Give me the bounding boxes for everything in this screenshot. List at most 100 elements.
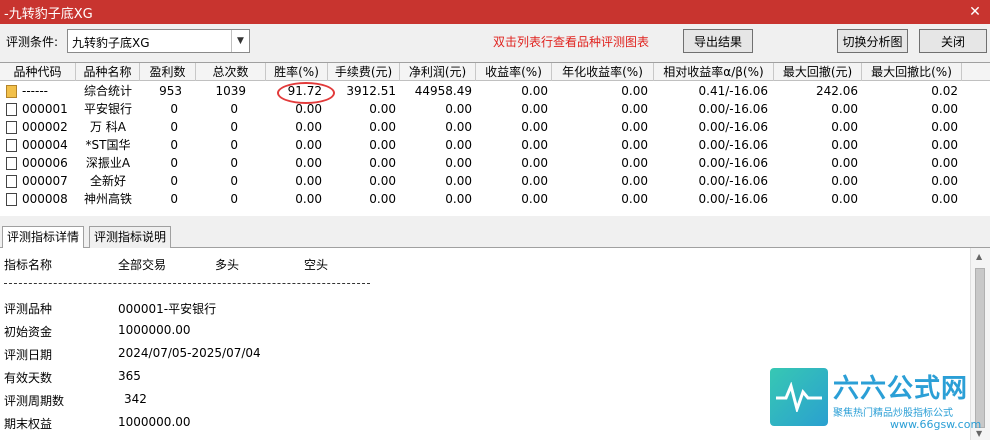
- cell-fee: 0.00: [369, 174, 396, 188]
- table-row[interactable]: 000006 深振业A 0 0 0.00 0.00 0.00 0.00 0.00…: [0, 154, 990, 172]
- cell-code: 000001: [22, 102, 68, 116]
- col-annual-return[interactable]: 年化收益率(%): [552, 63, 654, 81]
- table-row[interactable]: 000001 平安银行 0 0 0.00 0.00 0.00 0.00 0.00…: [0, 100, 990, 118]
- cell-total-count: 0: [230, 102, 238, 116]
- table-row[interactable]: 000008 神州高铁 0 0 0.00 0.00 0.00 0.00 0.00…: [0, 190, 990, 208]
- cell-code: 000006: [22, 156, 68, 170]
- hint-text: 双击列表行查看品种评测图表: [493, 35, 650, 49]
- tab-explanation[interactable]: 评测指标说明: [89, 226, 172, 248]
- detail-row: 期末权益 1000000.00: [0, 415, 700, 433]
- export-button[interactable]: 导出结果: [683, 29, 753, 53]
- detail-key: 期末权益: [4, 417, 53, 431]
- cell-annual-return: 0.00: [621, 84, 648, 98]
- document-icon: [6, 121, 17, 134]
- tab-detail[interactable]: 评测指标详情: [2, 226, 85, 249]
- cell-return: 0.00: [521, 174, 548, 188]
- switch-chart-button[interactable]: 切换分析图: [837, 29, 908, 53]
- cell-fee: 0.00: [369, 156, 396, 170]
- cell-relative-return: 0.00/-16.06: [698, 102, 768, 116]
- cell-max-drawdown-ratio: 0.02: [931, 84, 958, 98]
- results-table[interactable]: 品种代码 品种名称 盈利数 总次数 胜率(%) 手续费(元) 净利润(元) 收益…: [0, 62, 990, 216]
- cell-code: 000008: [22, 192, 68, 206]
- condition-select[interactable]: 九转豹子底XG ▼: [67, 29, 250, 53]
- brand-watermark: 六六公式网 聚焦热门精品炒股指标公式 www.66gsw.com: [770, 368, 982, 434]
- detail-value: 342: [124, 392, 147, 406]
- cell-net-profit: 0.00: [445, 174, 472, 188]
- detail-row: 评测周期数 342: [0, 392, 700, 410]
- detail-value: 1000000.00: [118, 415, 191, 429]
- cell-max-drawdown-ratio: 0.00: [931, 192, 958, 206]
- cell-max-drawdown: 0.00: [831, 102, 858, 116]
- condition-value: 九转豹子底XG: [72, 36, 150, 50]
- window-title: -九转豹子底XG: [4, 6, 93, 22]
- col-win-rate[interactable]: 胜率(%): [266, 63, 328, 81]
- cell-max-drawdown: 0.00: [831, 192, 858, 206]
- col-relative-return[interactable]: 相对收益率α/β(%): [654, 63, 774, 81]
- detail-value: 1000000.00: [118, 323, 191, 337]
- cell-fee: 0.00: [369, 138, 396, 152]
- cell-relative-return: 0.00/-16.06: [698, 174, 768, 188]
- cell-return: 0.00: [521, 156, 548, 170]
- col-max-drawdown-ratio[interactable]: 最大回撤比(%): [862, 63, 962, 81]
- cell-return: 0.00: [521, 120, 548, 134]
- table-row[interactable]: 000002 万 科A 0 0 0.00 0.00 0.00 0.00 0.00…: [0, 118, 990, 136]
- col-return[interactable]: 收益率(%): [476, 63, 552, 81]
- cell-win-count: 0: [170, 102, 178, 116]
- table-row[interactable]: 000007 全新好 0 0 0.00 0.00 0.00 0.00 0.00 …: [0, 172, 990, 190]
- col-max-drawdown[interactable]: 最大回撤(元): [774, 63, 862, 81]
- detail-key: 评测周期数: [4, 394, 65, 408]
- cell-relative-return: 0.00/-16.06: [698, 192, 768, 206]
- brand-url: www.66gsw.com: [890, 418, 982, 431]
- scroll-up-icon[interactable]: ▲: [976, 252, 982, 261]
- cell-annual-return: 0.00: [621, 120, 648, 134]
- cell-code: 000004: [22, 138, 68, 152]
- cell-win-rate: 0.00: [295, 174, 322, 188]
- cell-net-profit: 0.00: [445, 156, 472, 170]
- title-bar: -九转豹子底XG ✕: [0, 0, 990, 24]
- chevron-down-icon[interactable]: ▼: [231, 30, 249, 52]
- cell-fee: 3912.51: [346, 84, 396, 98]
- close-icon[interactable]: ✕: [960, 0, 990, 24]
- detail-key: 评测日期: [4, 348, 53, 362]
- brand-logo-icon: [770, 368, 828, 426]
- col-win-count[interactable]: 盈利数: [140, 63, 196, 81]
- cell-total-count: 0: [230, 192, 238, 206]
- cell-win-count: 0: [170, 174, 178, 188]
- detail-row: 评测日期 2024/07/05-2025/07/04: [0, 346, 700, 364]
- cell-net-profit: 0.00: [445, 120, 472, 134]
- cell-net-profit: 44958.49: [414, 84, 472, 98]
- cell-return: 0.00: [521, 84, 548, 98]
- detail-value: 2024/07/05-2025/07/04: [118, 346, 261, 360]
- brand-name: 六六公式网: [833, 374, 969, 404]
- toolbar: 评测条件: 九转豹子底XG ▼ 双击列表行查看品种评测图表 导出结果 切换分析图…: [0, 24, 990, 60]
- col-net-profit[interactable]: 净利润(元): [400, 63, 476, 81]
- detail-value: 000001-平安银行: [118, 302, 217, 316]
- cell-total-count: 0: [230, 120, 238, 134]
- close-button[interactable]: 关闭: [919, 29, 987, 53]
- document-icon: [6, 157, 17, 170]
- cell-total-count: 0: [230, 156, 238, 170]
- table-row[interactable]: 000004 *ST国华 0 0 0.00 0.00 0.00 0.00 0.0…: [0, 136, 990, 154]
- detail-row: 有效天数 365: [0, 369, 700, 387]
- cell-max-drawdown-ratio: 0.00: [931, 156, 958, 170]
- cell-max-drawdown-ratio: 0.00: [931, 120, 958, 134]
- col-code[interactable]: 品种代码: [0, 63, 76, 81]
- table-row[interactable]: ------ 综合统计 953 1039 91.72 3912.51 44958…: [0, 82, 990, 100]
- detail-head-short: 空头: [304, 258, 329, 272]
- cell-name: 平安银行: [83, 102, 132, 116]
- cell-annual-return: 0.00: [621, 138, 648, 152]
- col-total-count[interactable]: 总次数: [196, 63, 266, 81]
- cell-code: 000007: [22, 174, 68, 188]
- col-fee[interactable]: 手续费(元): [328, 63, 400, 81]
- detail-key: 评测品种: [4, 302, 53, 316]
- brand-tagline: 聚焦热门精品炒股指标公式: [833, 408, 953, 419]
- col-name[interactable]: 品种名称: [76, 63, 140, 81]
- detail-tabs: 评测指标详情 评测指标说明: [0, 226, 990, 249]
- cell-return: 0.00: [521, 102, 548, 116]
- cell-max-drawdown: 0.00: [831, 138, 858, 152]
- cell-fee: 0.00: [369, 192, 396, 206]
- cell-win-count: 0: [170, 156, 178, 170]
- cell-net-profit: 0.00: [445, 138, 472, 152]
- cell-name: 综合统计: [83, 84, 132, 98]
- cell-name: 神州高铁: [83, 192, 132, 206]
